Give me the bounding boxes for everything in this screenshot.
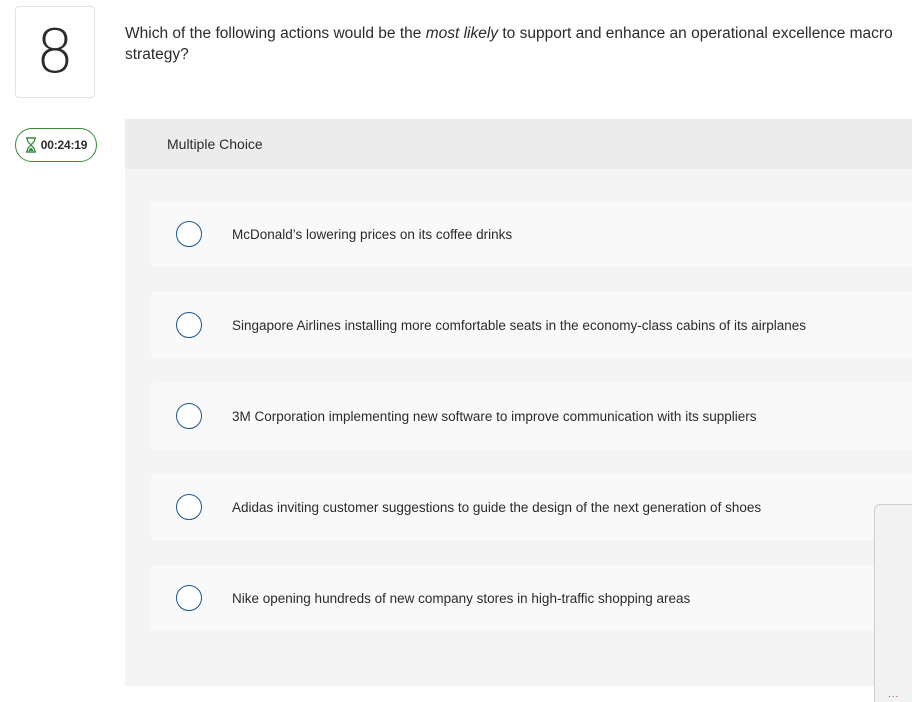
radio-button[interactable] — [176, 585, 202, 611]
choice-label: Nike opening hundreds of new company sto… — [232, 590, 691, 606]
timer-badge[interactable]: 00:24:19 — [15, 128, 97, 162]
question-number: 8 — [35, 17, 75, 87]
answer-panel: Multiple Choice McDonald’s lowering pric… — [125, 119, 912, 686]
radio-button[interactable] — [176, 312, 202, 338]
radio-button[interactable] — [176, 494, 202, 520]
question-text-part2: to support and enhance an operational ex… — [498, 25, 893, 42]
hourglass-icon — [25, 137, 37, 153]
choice-option-3[interactable]: 3M Corporation implementing new software… — [151, 383, 912, 449]
radio-button[interactable] — [176, 221, 202, 247]
side-widget[interactable] — [874, 504, 912, 702]
choice-option-1[interactable]: McDonald’s lowering prices on its coffee… — [151, 201, 912, 267]
choice-option-4[interactable]: Adidas inviting customer suggestions to … — [151, 474, 912, 540]
timer-value: 00:24:19 — [40, 138, 88, 152]
question-text-line2: strategy? — [125, 46, 189, 63]
question-number-box: 8 — [15, 6, 95, 98]
radio-button[interactable] — [176, 403, 202, 429]
choice-label: McDonald’s lowering prices on its coffee… — [232, 226, 513, 242]
choice-option-5[interactable]: Nike opening hundreds of new company sto… — [151, 565, 912, 631]
choice-label: Singapore Airlines installing more comfo… — [232, 317, 807, 333]
question-type-label: Multiple Choice — [167, 136, 263, 152]
question-text-part1: Which of the following actions would be … — [125, 25, 426, 42]
choice-label: 3M Corporation implementing new software… — [232, 408, 757, 424]
side-widget-dots: ... — [888, 689, 900, 700]
panel-header: Multiple Choice — [125, 119, 912, 169]
question-text: Which of the following actions would be … — [125, 23, 912, 65]
choice-option-2[interactable]: Singapore Airlines installing more comfo… — [151, 292, 912, 358]
choice-label: Adidas inviting customer suggestions to … — [232, 499, 762, 515]
question-text-emphasis: most likely — [425, 25, 499, 42]
